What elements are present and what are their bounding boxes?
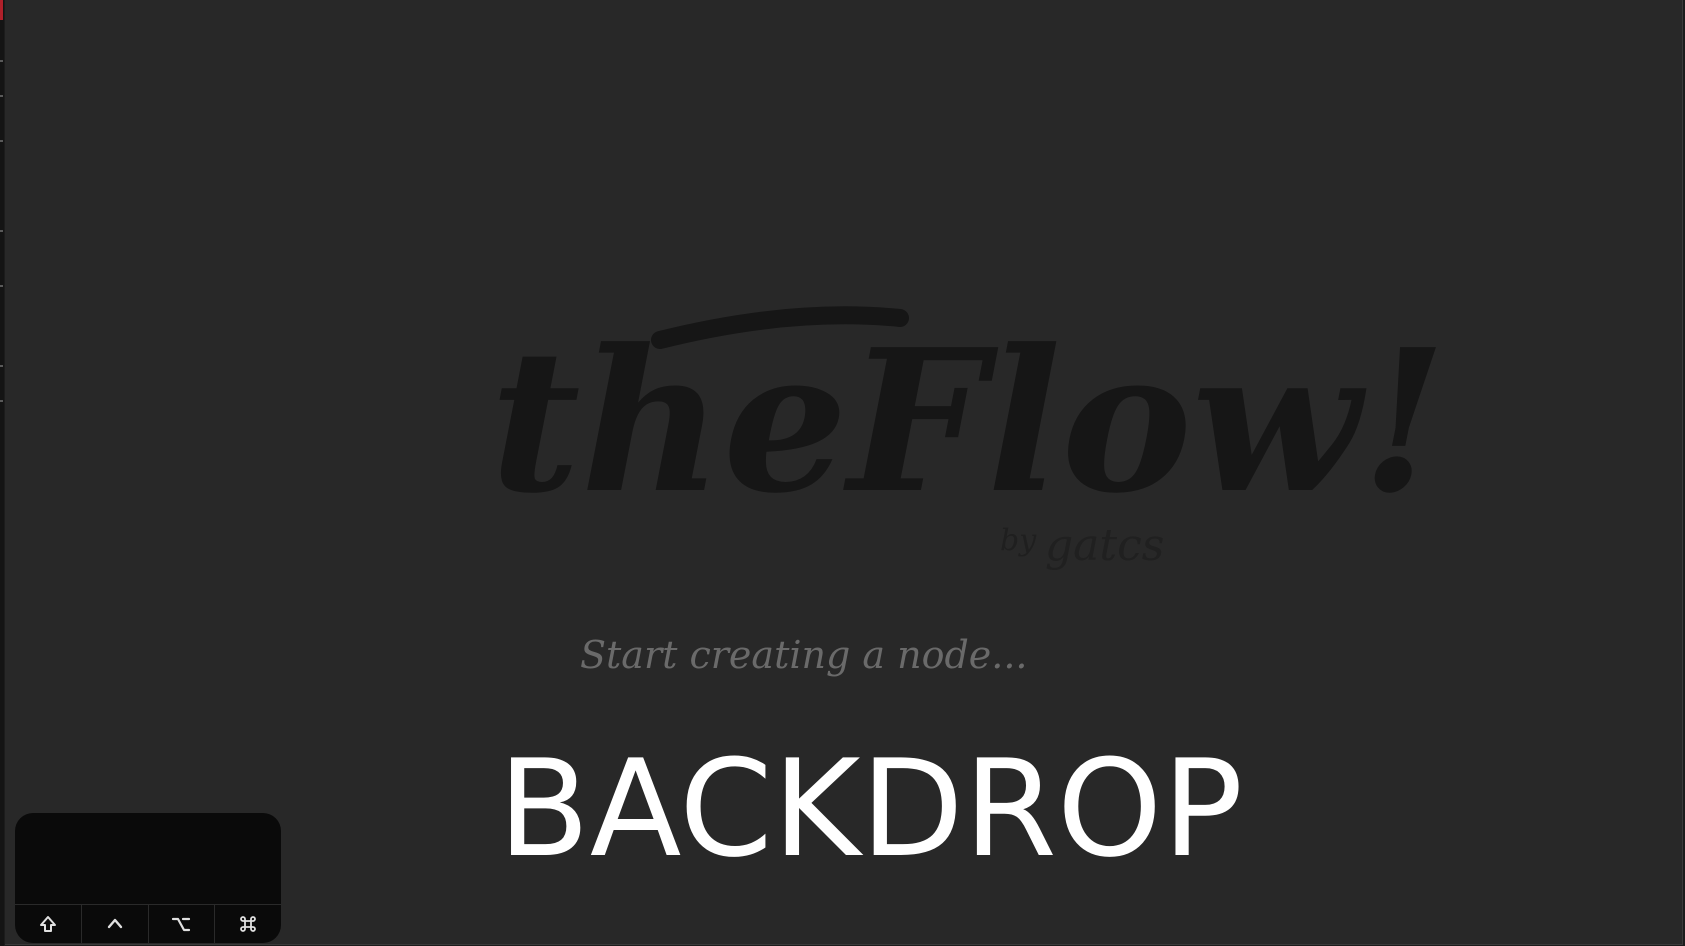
edge-tick [0,365,3,367]
key-display-area [15,813,281,903]
app-window: theFlow! by gatcs Start creating a node.… [0,0,1685,946]
command-icon [240,916,256,932]
logo-byline-author: gatcs [1045,520,1164,571]
command-key[interactable] [215,905,281,943]
logo-byline-prefix: by [1000,523,1037,558]
modifier-keys-row [15,904,281,943]
theflow-logo: theFlow! by gatcs Start creating a node.… [490,306,1447,677]
edge-tick [0,60,3,62]
option-icon [172,917,191,932]
node-graph-canvas[interactable]: theFlow! by gatcs Start creating a node.… [5,0,1683,945]
shift-key[interactable] [15,905,82,943]
option-key[interactable] [149,905,216,943]
logo-title: theFlow! [490,307,1447,537]
start-hint-text: Start creating a node... [580,633,1028,677]
edge-tick [0,285,3,287]
window-edge-accent [0,0,3,20]
control-icon [107,918,122,929]
edge-tick [0,400,3,402]
control-key[interactable] [82,905,149,943]
edge-tick [0,140,3,142]
modifier-keys-panel [15,813,281,943]
edge-tick [0,95,3,97]
left-edge-strip [0,0,4,946]
edge-tick [0,230,3,232]
shift-icon [39,916,56,932]
